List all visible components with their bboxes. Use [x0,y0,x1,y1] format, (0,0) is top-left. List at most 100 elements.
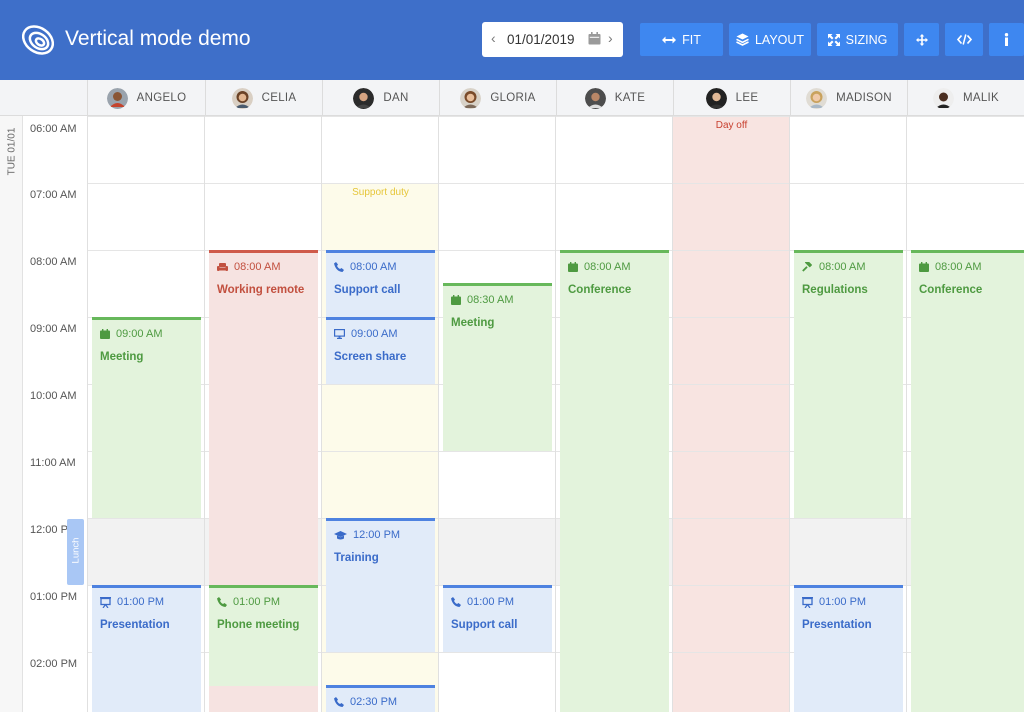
schedule-grid[interactable]: Support duty Day off 09:00 AM Meeting 01… [87,116,1024,712]
info-button[interactable] [989,23,1024,56]
calendar-icon[interactable] [588,32,601,45]
lunch-label: Lunch [70,537,82,564]
move-icon [915,33,928,46]
resource-header-malik[interactable]: MALIK [907,80,1024,116]
event-title: Meeting [100,351,144,363]
move-button[interactable] [904,23,939,56]
event-time: 08:00 AM [935,261,982,273]
resource-header-angelo[interactable]: ANGELO [87,80,205,116]
graduation-cap-icon [334,530,347,539]
event-card[interactable]: 09:00 AM Meeting [92,317,201,518]
phone-icon [334,697,344,707]
event-time: 09:00 AM [116,328,163,340]
code-icon [956,34,972,45]
event-time: 09:00 AM [351,328,398,340]
column-divider [438,116,439,712]
event-title: Presentation [802,619,872,631]
event-card[interactable]: 01:00 PM Phone meeting [209,585,318,686]
top-bar: Vertical mode demo ‹ 01/01/2019 › FIT LA… [0,0,1024,80]
lunch-marker[interactable]: Lunch [67,519,84,585]
event-card[interactable]: 08:30 AM Meeting [443,283,552,451]
event-time: 01:00 PM [467,596,515,608]
couch-icon [217,262,228,271]
time-label: 11:00 AM [30,457,76,469]
resource-header-row: ANGELO CELIA DAN GLORIA KATE LEE MADISON… [0,80,1024,116]
event-time: 02:30 PM [350,696,398,708]
event-card[interactable]: 09:00 AM Screen share [326,317,435,384]
event-title: Support call [334,284,401,296]
date-value[interactable]: 01/01/2019 [507,32,575,47]
event-title: Conference [919,284,983,296]
layout-label: LAYOUT [754,32,805,47]
calendar-icon [451,295,461,305]
avatar [932,87,954,109]
calendar-icon [568,262,578,272]
info-icon [1004,33,1009,46]
resource-name: ANGELO [136,92,187,104]
column-divider [321,116,322,712]
avatar [353,87,375,109]
presentation-icon [802,596,813,608]
resource-header-lee[interactable]: LEE [673,80,790,116]
day-column: TUE 01/01 [0,116,23,712]
event-title: Meeting [451,317,495,329]
event-card[interactable]: 08:00 AM Conference [911,250,1024,712]
avatar [231,87,253,109]
day-label: TUE 01/01 [6,127,18,176]
resource-header-celia[interactable]: CELIA [205,80,322,116]
event-title: Regulations [802,284,868,296]
event-time: 08:00 AM [350,261,397,273]
event-card[interactable]: 01:00 PM Presentation [92,585,201,712]
resource-header-kate[interactable]: KATE [556,80,673,116]
time-label: 06:00 AM [30,123,77,135]
layers-icon [736,33,749,46]
resource-name: KATE [614,92,646,104]
event-time: 08:00 AM [584,261,631,273]
column-divider [204,116,205,712]
fit-label: FIT [682,32,701,47]
chevron-right-icon[interactable]: › [608,30,613,46]
event-card[interactable]: 02:30 PM [326,685,435,712]
column-divider [789,116,790,712]
monitor-icon [334,329,345,339]
chevron-left-icon[interactable]: ‹ [491,30,496,46]
event-title: Screen share [334,351,407,363]
time-label: 09:00 AM [30,323,77,335]
event-card[interactable]: 08:00 AM Conference [560,250,669,712]
event-card[interactable]: 08:00 AM Regulations [794,250,903,518]
event-time: 08:00 AM [819,261,866,273]
event-card[interactable]: 12:00 PM Training [326,518,435,652]
resource-header-madison[interactable]: MADISON [790,80,907,116]
resource-name: GLORIA [490,92,536,104]
app-logo-icon [21,25,55,55]
column-divider [672,116,673,712]
event-time: 08:00 AM [234,261,281,273]
avatar [584,87,606,109]
date-picker[interactable]: ‹ 01/01/2019 › [482,22,623,57]
code-button[interactable] [945,23,983,56]
event-title: Presentation [100,619,170,631]
presentation-icon [100,596,111,608]
time-axis: 06:00 AM 07:00 AM 08:00 AM 09:00 AM 10:0… [23,116,84,712]
sizing-label: SIZING [845,32,888,47]
phone-icon [334,262,344,272]
fit-button[interactable]: FIT [640,23,723,56]
event-card[interactable]: 01:00 PM Presentation [794,585,903,712]
event-card[interactable]: 08:00 AM Working remote [209,250,318,585]
avatar [106,87,128,109]
resource-header-dan[interactable]: DAN [322,80,439,116]
event-time: 08:30 AM [467,294,514,306]
sizing-button[interactable]: SIZING [817,23,898,56]
event-time: 01:00 PM [233,596,281,608]
resource-header-gloria[interactable]: GLORIA [439,80,556,116]
resource-name: MALIK [962,92,999,104]
expand-icon [827,33,840,46]
arrows-horizontal-icon [662,36,677,43]
layout-button[interactable]: LAYOUT [729,23,811,56]
event-card[interactable]: 01:00 PM Support call [443,585,552,652]
time-label: 08:00 AM [30,256,77,268]
hammer-icon [802,261,813,272]
time-label: 01:00 PM [30,591,78,603]
event-card[interactable]: 08:00 AM Support call [326,250,435,317]
event-title: Phone meeting [217,619,300,631]
